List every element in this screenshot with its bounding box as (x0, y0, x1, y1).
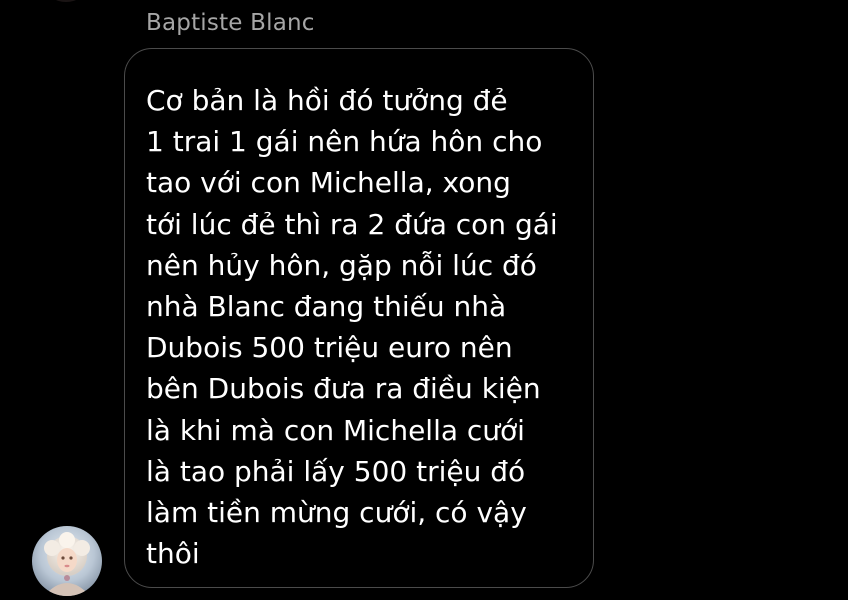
message-line: nhà Blanc đang thiếu nhà (146, 290, 507, 324)
message-line: bên Dubois đưa ra điều kiện (146, 372, 541, 406)
message-line: là tao phải lấy 500 triệu đó (146, 454, 526, 488)
message-line: Dubois 500 triệu euro nên (146, 331, 513, 365)
message-line: nên hủy hôn, gặp nỗi lúc đó (146, 248, 537, 282)
message-line: 1 trai 1 gái nên hứa hôn cho (146, 125, 543, 159)
sender-name: Baptiste Blanc (146, 10, 315, 36)
message-line: là khi mà con Michella cưới (146, 413, 525, 447)
sender-avatar[interactable] (32, 526, 102, 596)
message-line: thôi (146, 537, 200, 571)
message-text: Cơ bản là hồi đó tưởng đẻ 1 trai 1 gái n… (146, 80, 586, 574)
avatar-photo-icon (32, 526, 102, 596)
message-line: làm tiền mừng cưới, có vậy (146, 496, 527, 530)
message-line: tới lúc đẻ thì ra 2 đứa con gái (146, 207, 558, 241)
message-line: tao với con Michella, xong (146, 166, 511, 200)
message-line: Cơ bản là hồi đó tưởng đẻ (146, 84, 508, 117)
previous-avatar-edge (46, 0, 86, 2)
